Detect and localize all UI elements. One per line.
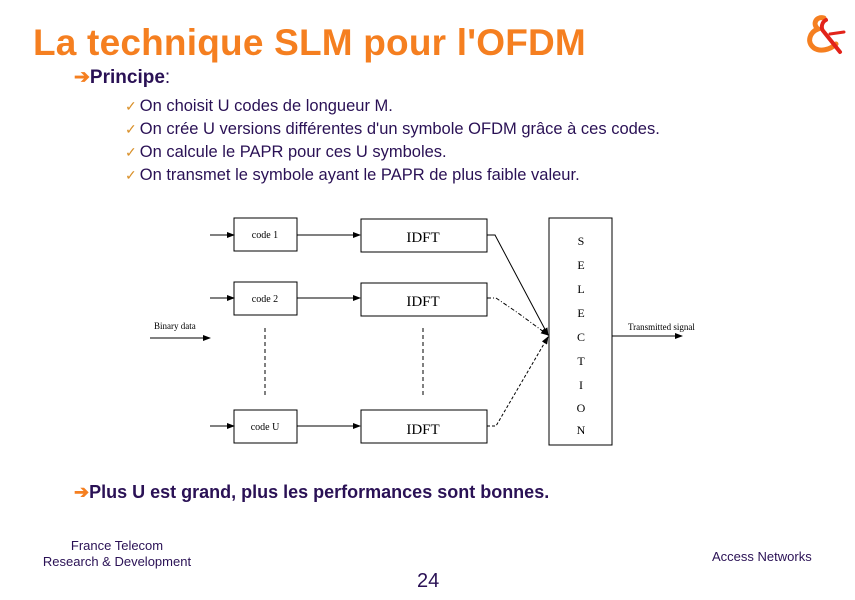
arrow-right-icon: ➔ bbox=[74, 482, 90, 502]
idft-selection-line-u bbox=[487, 336, 549, 427]
footer-organization: France Telecom Research & Development bbox=[32, 538, 202, 570]
selection-letter: L bbox=[577, 282, 584, 296]
bullet-list: ✓ On choisit U codes de longueur M. ✓ On c… bbox=[125, 95, 660, 187]
page-number: 24 bbox=[417, 570, 440, 592]
selection-letter: E bbox=[577, 258, 584, 272]
section-label: Principe bbox=[89, 67, 165, 88]
idft-selection-line-1 bbox=[487, 234, 549, 336]
bullet-text: On transmet le symbole ayant le PAPR de … bbox=[139, 166, 580, 184]
slide-title: La technique SLM pour l'OFDM bbox=[33, 22, 586, 63]
selection-letter: N bbox=[577, 423, 586, 437]
bullet-item: ✓ On choisit U codes de longueur M. bbox=[125, 95, 660, 118]
idft-label-1: IDFT bbox=[406, 230, 439, 246]
selection-letter: E bbox=[577, 306, 584, 320]
checkmark-icon: ✓ bbox=[125, 144, 137, 160]
transmitted-signal-label: Transmitted signal bbox=[628, 322, 695, 332]
selection-letter: S bbox=[578, 234, 585, 248]
conclusion-text: Plus U est grand, plus les performances … bbox=[89, 482, 550, 502]
footer-division: Access Networks bbox=[712, 549, 812, 564]
binary-data-label: Binary data bbox=[154, 321, 196, 331]
conclusion: ➔Plus U est grand, plus les performances… bbox=[74, 482, 549, 503]
selection-letter: C bbox=[577, 330, 585, 344]
arrow-right-icon: ➔ bbox=[74, 67, 90, 88]
section-heading: ➔Principe: bbox=[74, 66, 170, 89]
bullet-text: On crée U versions différentes d'un symb… bbox=[139, 120, 660, 138]
idft-label-2: IDFT bbox=[406, 294, 439, 310]
bullet-item: ✓ On transmet le symbole ayant le PAPR de… bbox=[125, 164, 660, 187]
selection-letter: T bbox=[577, 354, 585, 368]
checkmark-icon: ✓ bbox=[125, 121, 137, 137]
bullet-text: On calcule le PAPR pour ces U symboles. bbox=[139, 143, 447, 161]
bullet-item: ✓ On calcule le PAPR pour ces U symboles. bbox=[125, 141, 660, 164]
checkmark-icon: ✓ bbox=[125, 167, 137, 183]
selection-letter: O bbox=[577, 401, 586, 415]
slm-block-diagram: Binary data code 1 code 2 code U IDFT ID… bbox=[150, 217, 695, 446]
checkmark-icon: ✓ bbox=[125, 98, 137, 114]
code-label-1: code 1 bbox=[252, 230, 278, 241]
bullet-item: ✓ On crée U versions différentes d'un sym… bbox=[125, 118, 660, 141]
france-telecom-logo-icon bbox=[807, 15, 846, 54]
section-colon: : bbox=[164, 67, 171, 88]
bullet-text: On choisit U codes de longueur M. bbox=[139, 97, 393, 115]
code-label-2: code 2 bbox=[252, 294, 278, 305]
idft-selection-line-2 bbox=[487, 297, 549, 336]
selection-letter: I bbox=[579, 378, 583, 392]
code-label-u: code U bbox=[251, 422, 280, 433]
footer-org-line1: France Telecom bbox=[70, 538, 164, 553]
footer-org-line2: Research & Development bbox=[42, 554, 192, 569]
idft-label-u: IDFT bbox=[406, 422, 439, 438]
